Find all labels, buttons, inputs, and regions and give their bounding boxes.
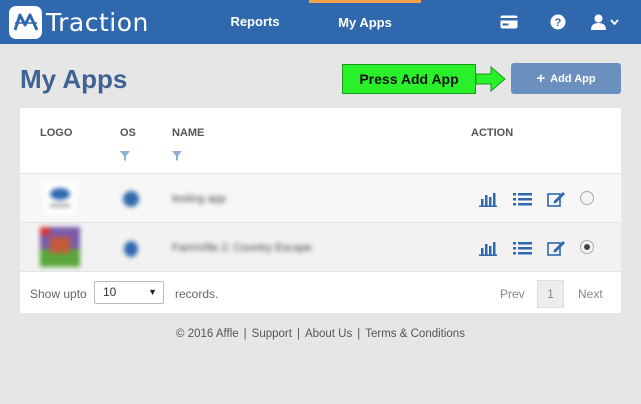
android-icon — [121, 189, 141, 209]
app-logo — [40, 227, 80, 267]
svg-text:?: ? — [555, 17, 562, 29]
page-size-select[interactable]: 10 ▼ — [94, 281, 164, 304]
support-link[interactable]: Support — [252, 328, 292, 340]
brand-name: Traction — [46, 7, 149, 37]
nav-my-apps[interactable]: My Apps — [309, 0, 421, 44]
app-name: FarmVille 2: Country Escape — [172, 242, 312, 254]
credit-card-icon[interactable] — [498, 11, 520, 33]
row-select-radio[interactable] — [580, 191, 594, 205]
page-size-value: 10 — [103, 285, 117, 299]
show-upto-label: Show upto — [30, 287, 87, 301]
logo-icon — [9, 5, 42, 39]
app-name: testing app — [172, 193, 226, 205]
list-icon[interactable] — [513, 191, 532, 212]
prev-page-button[interactable]: Prev — [500, 287, 525, 301]
edit-icon[interactable] — [547, 240, 566, 262]
user-icon — [591, 14, 606, 30]
header-name: NAME — [172, 127, 205, 139]
about-link[interactable]: About Us — [305, 328, 352, 340]
bar-chart-icon[interactable] — [478, 191, 498, 212]
os-filter-icon[interactable] — [120, 151, 130, 161]
add-app-label: Add App — [550, 72, 596, 85]
chevron-down-icon — [610, 19, 619, 25]
apps-table: LOGO OS NAME ACTION testing app FarmVill… — [20, 108, 621, 313]
top-navbar: Traction Reports My Apps ? — [0, 0, 641, 44]
chevron-down-icon: ▼ — [148, 287, 157, 297]
records-label: records. — [175, 287, 219, 301]
arrow-right-icon — [476, 66, 506, 92]
list-icon[interactable] — [513, 240, 532, 261]
pagination-bar: Show upto 10 ▼ records. Prev 1 Next — [20, 271, 621, 313]
user-menu[interactable] — [590, 11, 620, 33]
plus-icon: + — [536, 70, 546, 87]
table-row[interactable]: testing app — [20, 173, 621, 222]
page-title: My Apps — [20, 64, 128, 94]
nav-reports[interactable]: Reports — [216, 0, 294, 44]
table-row[interactable]: FarmVille 2: Country Escape — [20, 222, 621, 271]
next-page-button[interactable]: Next — [578, 287, 603, 301]
copyright: © 2016 Affle — [176, 328, 239, 340]
apple-icon — [121, 238, 141, 258]
bar-chart-icon[interactable] — [478, 240, 498, 261]
brand-logo[interactable]: Traction — [9, 4, 149, 40]
add-app-button[interactable]: + Add App — [511, 63, 621, 94]
header-logo: LOGO — [40, 127, 73, 139]
header-os: OS — [120, 127, 136, 139]
app-logo — [44, 182, 76, 214]
help-icon[interactable]: ? — [547, 11, 569, 33]
row-select-radio[interactable] — [580, 240, 594, 254]
current-page-button[interactable]: 1 — [537, 280, 564, 308]
name-filter-icon[interactable] — [172, 151, 182, 161]
header-action: ACTION — [471, 127, 514, 139]
edit-icon[interactable] — [547, 191, 566, 213]
site-footer: © 2016 Affle | Support | About Us | Terms & Co… — [176, 328, 465, 340]
terms-link[interactable]: Terms & Conditions — [365, 328, 465, 340]
instruction-callout: Press Add App — [342, 64, 476, 94]
